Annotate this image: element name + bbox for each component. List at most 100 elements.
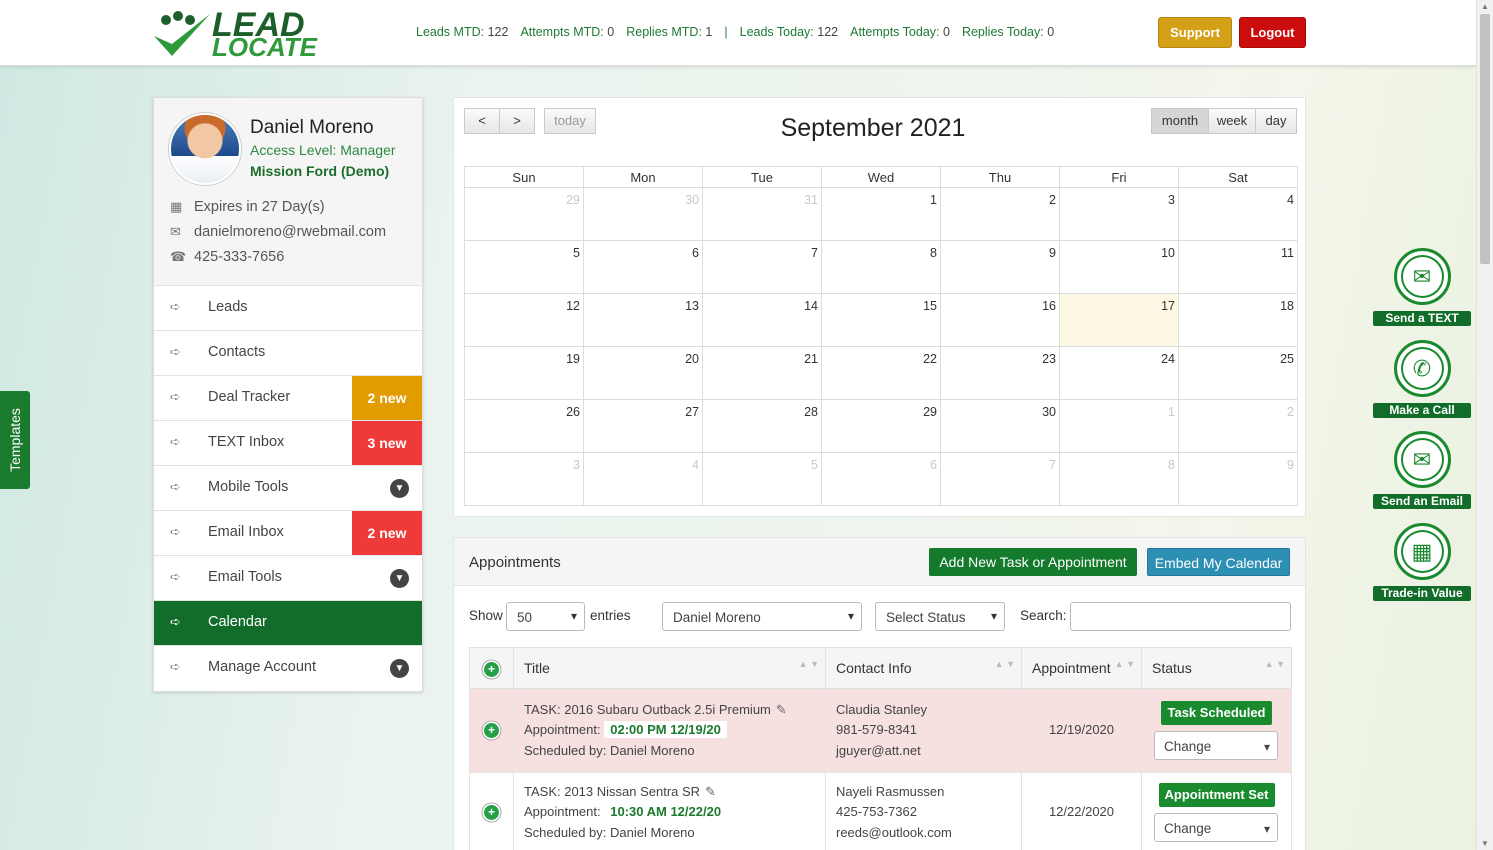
calendar-day[interactable]: 29 — [464, 187, 584, 241]
calendar-day[interactable]: 5 — [702, 452, 822, 506]
sort-icon[interactable]: ▲ ▼ — [1115, 660, 1135, 669]
action-send-a-text[interactable]: ✉ Send a TEXT — [1373, 248, 1471, 326]
calendar-day[interactable]: 13 — [583, 293, 703, 347]
calendar-day[interactable]: 11 — [1178, 240, 1298, 294]
expand-all-header[interactable]: + — [469, 647, 514, 689]
calendar-day[interactable]: 5 — [464, 240, 584, 294]
action-make-a-call[interactable]: ✆ Make a Call — [1373, 339, 1471, 418]
calendar-day[interactable]: 2 — [1178, 399, 1298, 453]
calendar-day[interactable]: 14 — [702, 293, 822, 347]
page-scrollbar[interactable]: ▲ ▼ — [1476, 0, 1493, 850]
phone-icon[interactable]: ✆ — [1393, 339, 1451, 397]
sidebar-item-mobile-tools[interactable]: ➪ Mobile Tools ▼ — [154, 466, 422, 511]
calendar-day[interactable]: 29 — [821, 399, 941, 453]
change-status-select[interactable]: Change — [1154, 813, 1278, 843]
table-row[interactable]: + TASK: 2016 Subaru Outback 2.5i Premium ✎… — [469, 688, 1292, 773]
chevron-down-icon[interactable]: ▼ — [390, 479, 409, 498]
sidebar-item-text-inbox[interactable]: ➪ TEXT Inbox 3 new — [154, 421, 422, 466]
calendar-day[interactable]: 1 — [821, 187, 941, 241]
action-trade-in-value[interactable]: ▦ Trade-in Value — [1373, 522, 1471, 601]
sidebar-item-manage-account[interactable]: ➪ Manage Account ▼ — [154, 646, 422, 691]
support-button[interactable]: Support — [1158, 17, 1232, 48]
chevron-down-icon[interactable]: ▼ — [390, 659, 409, 678]
column-header-status[interactable]: Status ▲ ▼ — [1141, 647, 1292, 689]
plus-circle-icon[interactable]: + — [484, 661, 499, 677]
calendar-day-today[interactable]: 17 — [1059, 293, 1179, 347]
calendar-day[interactable]: 22 — [821, 346, 941, 400]
table-row[interactable]: + TASK: 2013 Nissan Sentra SR ✎ Appointment… — [469, 772, 1292, 850]
sidebar-item-email-tools[interactable]: ➪ Email Tools ▼ — [154, 556, 422, 601]
row-expand-cell[interactable]: + — [469, 772, 514, 850]
edit-icon[interactable]: ✎ — [776, 702, 787, 717]
edit-icon[interactable]: ✎ — [705, 784, 716, 799]
calendar-day[interactable]: 19 — [464, 346, 584, 400]
scroll-thumb[interactable] — [1480, 14, 1490, 264]
calendar-day[interactable]: 21 — [702, 346, 822, 400]
scroll-up-icon[interactable]: ▲ — [1481, 2, 1489, 11]
calendar-day[interactable]: 27 — [583, 399, 703, 453]
column-header-appointment[interactable]: Appointment ▲ ▼ — [1021, 647, 1142, 689]
sidebar-item-leads[interactable]: ➪ Leads — [154, 286, 422, 331]
search-input[interactable] — [1070, 602, 1291, 631]
templates-tab[interactable]: Templates — [0, 391, 30, 489]
view-day-button[interactable]: day — [1255, 108, 1297, 134]
calendar-day[interactable]: 8 — [821, 240, 941, 294]
calendar-day[interactable]: 4 — [1178, 187, 1298, 241]
logout-button[interactable]: Logout — [1239, 17, 1306, 48]
chat-icon[interactable]: ✉ — [1393, 248, 1451, 305]
sidebar-item-calendar[interactable]: ➪ Calendar — [154, 601, 422, 646]
calendar-day[interactable]: 3 — [464, 452, 584, 506]
plus-circle-icon[interactable]: + — [484, 805, 499, 821]
calendar-day[interactable]: 24 — [1059, 346, 1179, 400]
row-expand-cell[interactable]: + — [469, 688, 514, 773]
calendar-day[interactable]: 4 — [583, 452, 703, 506]
user-filter-select[interactable]: Daniel Moreno — [662, 602, 862, 631]
calculator-icon[interactable]: ▦ — [1393, 522, 1451, 580]
sort-icon[interactable]: ▲ ▼ — [799, 660, 819, 669]
new-count-badge: 3 new — [352, 421, 422, 465]
calendar-day[interactable]: 26 — [464, 399, 584, 453]
view-month-button[interactable]: month — [1151, 108, 1209, 134]
calendar-day[interactable]: 1 — [1059, 399, 1179, 453]
sidebar-item-contacts[interactable]: ➪ Contacts — [154, 331, 422, 376]
sort-icon[interactable]: ▲ ▼ — [1265, 660, 1285, 669]
entries-select[interactable]: 50 — [506, 602, 585, 631]
calendar-day[interactable]: 10 — [1059, 240, 1179, 294]
column-header-title[interactable]: Title ▲ ▼ — [513, 647, 826, 689]
calendar-day[interactable]: 7 — [702, 240, 822, 294]
calendar-day[interactable]: 25 — [1178, 346, 1298, 400]
status-filter-select[interactable]: Select Status — [875, 602, 1005, 631]
sidebar-item-deal-tracker[interactable]: ➪ Deal Tracker 2 new — [154, 376, 422, 421]
change-status-select[interactable]: Change — [1154, 731, 1278, 761]
envelope-icon[interactable]: ✉ — [1393, 431, 1451, 488]
sort-icon[interactable]: ▲ ▼ — [995, 660, 1015, 669]
calendar-day[interactable]: 31 — [702, 187, 822, 241]
calendar-day[interactable]: 9 — [1178, 452, 1298, 506]
calendar-day[interactable]: 9 — [940, 240, 1060, 294]
calendar-day[interactable]: 16 — [940, 293, 1060, 347]
calendar-day[interactable]: 18 — [1178, 293, 1298, 347]
scroll-down-icon[interactable]: ▼ — [1481, 839, 1489, 848]
calendar-day[interactable]: 6 — [821, 452, 941, 506]
view-week-button[interactable]: week — [1208, 108, 1256, 134]
chevron-down-icon[interactable]: ▼ — [390, 569, 409, 588]
calendar-day[interactable]: 20 — [583, 346, 703, 400]
column-header-contact-info[interactable]: Contact Info ▲ ▼ — [825, 647, 1022, 689]
calendar-day[interactable]: 15 — [821, 293, 941, 347]
calendar-day[interactable]: 6 — [583, 240, 703, 294]
plus-circle-icon[interactable]: + — [484, 723, 499, 739]
embed-calendar-button[interactable]: Embed My Calendar — [1147, 548, 1290, 576]
calendar-day[interactable]: 7 — [940, 452, 1060, 506]
calendar-day[interactable]: 2 — [940, 187, 1060, 241]
sidebar-item-email-inbox[interactable]: ➪ Email Inbox 2 new — [154, 511, 422, 556]
calendar-day[interactable]: 30 — [583, 187, 703, 241]
calendar-day[interactable]: 30 — [940, 399, 1060, 453]
add-task-button[interactable]: Add New Task or Appointment — [929, 548, 1137, 576]
lead-locate-logo[interactable]: LEAD LOCATE — [152, 6, 322, 60]
calendar-day[interactable]: 8 — [1059, 452, 1179, 506]
calendar-day[interactable]: 23 — [940, 346, 1060, 400]
calendar-day[interactable]: 3 — [1059, 187, 1179, 241]
calendar-day[interactable]: 28 — [702, 399, 822, 453]
calendar-day[interactable]: 12 — [464, 293, 584, 347]
action-send-an-email[interactable]: ✉ Send an Email — [1373, 431, 1471, 509]
